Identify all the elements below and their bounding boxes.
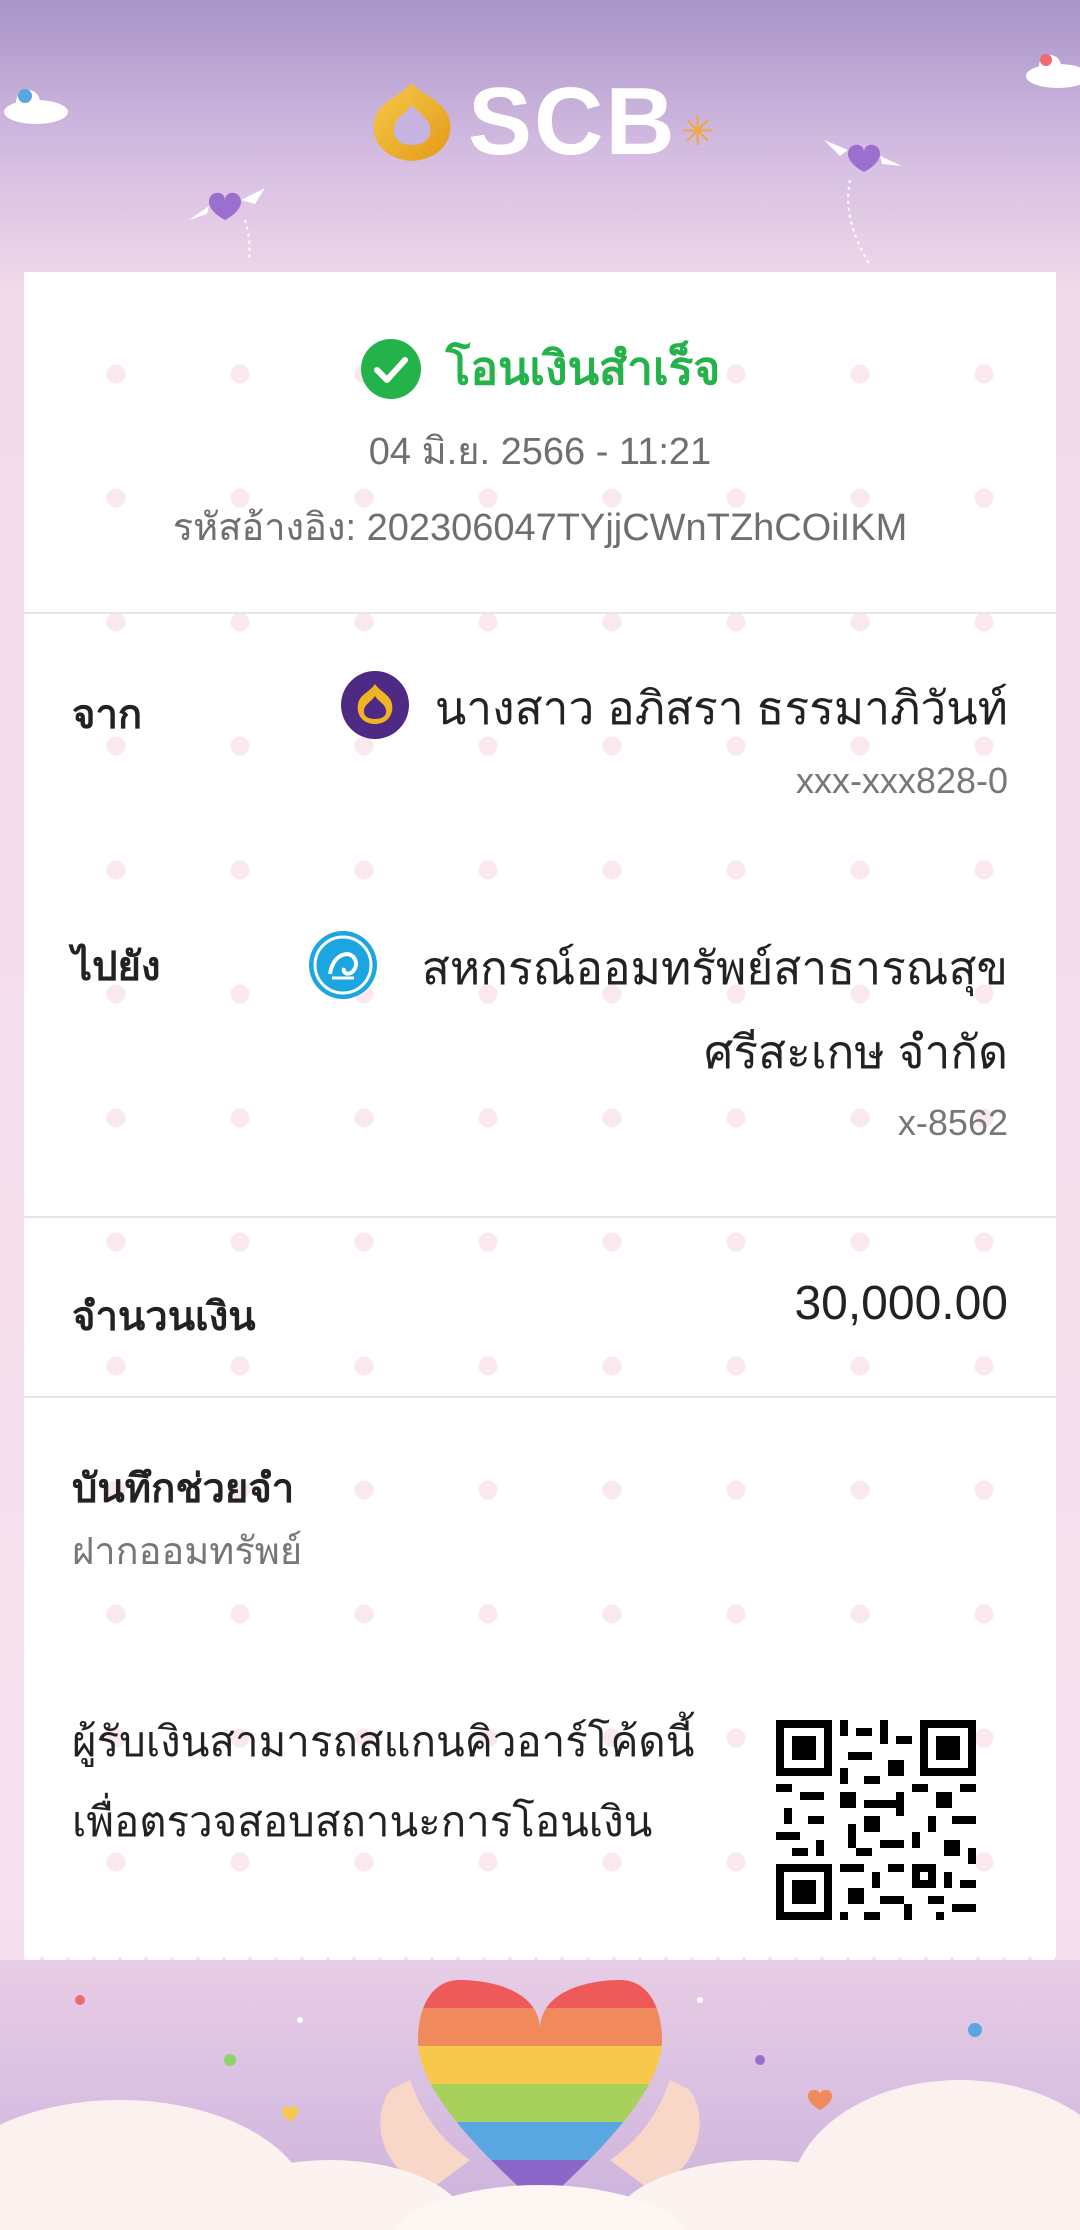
rainbow-heart-illustration bbox=[0, 1960, 1080, 2230]
recipient-account: x-8562 bbox=[897, 1102, 1008, 1143]
transfer-success-title: โอนเงินสำเร็จ bbox=[445, 342, 721, 394]
divider bbox=[24, 1216, 1056, 1218]
winged-heart-icon bbox=[824, 140, 902, 266]
qr-instruction-line1: ผู้รับเงินสามารถสแกนคิวอาร์โค้ดนี้ bbox=[72, 1718, 695, 1765]
divider bbox=[24, 1396, 1056, 1398]
scb-emblem-icon bbox=[373, 83, 451, 161]
amount-value: 30,000.00 bbox=[794, 1277, 1008, 1330]
memo-label: บันทึกช่วยจำ bbox=[72, 1467, 295, 1511]
sender-name: นางสาว อภิสรา ธรรมาภิวันท์ bbox=[434, 682, 1008, 734]
sender-account: xxx-xxx828-0 bbox=[795, 760, 1008, 801]
scb-logo: SCB ✳ bbox=[370, 72, 714, 172]
header: SCB ✳ bbox=[0, 0, 1080, 272]
recipient-name-line1: สหกรณ์ออมทรัพย์สาธารณสุข bbox=[421, 942, 1008, 994]
transfer-receipt-card: โอนเงินสำเร็จ 04 มิ.ย. 2566 - 11:21 รหัส… bbox=[24, 272, 1056, 1952]
transaction-datetime: 04 มิ.ย. 2566 - 11:21 bbox=[368, 431, 712, 473]
cloud-icon bbox=[1026, 54, 1080, 88]
krungthai-bank-icon bbox=[309, 931, 377, 999]
amount-label: จำนวนเงิน bbox=[72, 1295, 256, 1339]
cloud-icon bbox=[4, 89, 68, 124]
scb-bank-icon bbox=[341, 671, 409, 739]
recipient-name-line2: ศรีสะเกษ จำกัด bbox=[704, 1026, 1008, 1078]
from-label: จาก bbox=[72, 693, 143, 737]
check-circle-icon bbox=[360, 338, 421, 399]
memo-value: ฝากออมทรัพย์ bbox=[72, 1531, 303, 1573]
winged-heart-icon bbox=[189, 188, 265, 259]
qr-instruction: ผู้รับเงินสามารถสแกนคิวอาร์โค้ดนี้ เพื่อ… bbox=[72, 1702, 752, 1862]
brand-name: SCB bbox=[468, 68, 677, 175]
divider bbox=[24, 612, 1056, 614]
sparkle-icon: ✳ bbox=[680, 109, 715, 155]
to-label: ไปยัง bbox=[72, 945, 161, 989]
qr-code[interactable] bbox=[776, 1720, 976, 1920]
status-row: โอนเงินสำเร็จ bbox=[24, 332, 1056, 405]
reference-code: รหัสอ้างอิง: 202306047TYjjCWnTZhCOiIKM bbox=[172, 507, 908, 549]
qr-instruction-line2: เพื่อตรวจสอบสถานะการโอนเงิน bbox=[72, 1798, 653, 1845]
